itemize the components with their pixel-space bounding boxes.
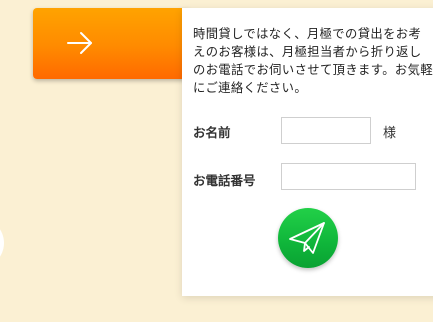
arrow-right-icon: [67, 32, 92, 54]
paper-plane-icon: [289, 222, 325, 254]
name-input[interactable]: [281, 117, 371, 144]
toggle-panel-button[interactable]: [33, 8, 189, 79]
send-button[interactable]: [278, 208, 338, 268]
name-label: お名前: [193, 125, 231, 140]
side-circle-button[interactable]: [0, 218, 4, 268]
phone-input[interactable]: [281, 163, 416, 190]
phone-label: お電話番号: [193, 173, 256, 188]
name-suffix: 様: [383, 126, 397, 141]
contact-panel: 時間貸しではなく、月極での貸出をお考えのお客様は、月極担当者から折り返しのお電話…: [182, 8, 433, 296]
intro-text: 時間貸しではなく、月極での貸出をお考えのお客様は、月極担当者から折り返しのお電話…: [193, 27, 433, 95]
page: 時間貸しではなく、月極での貸出をお考えのお客様は、月極担当者から折り返しのお電話…: [0, 0, 433, 322]
